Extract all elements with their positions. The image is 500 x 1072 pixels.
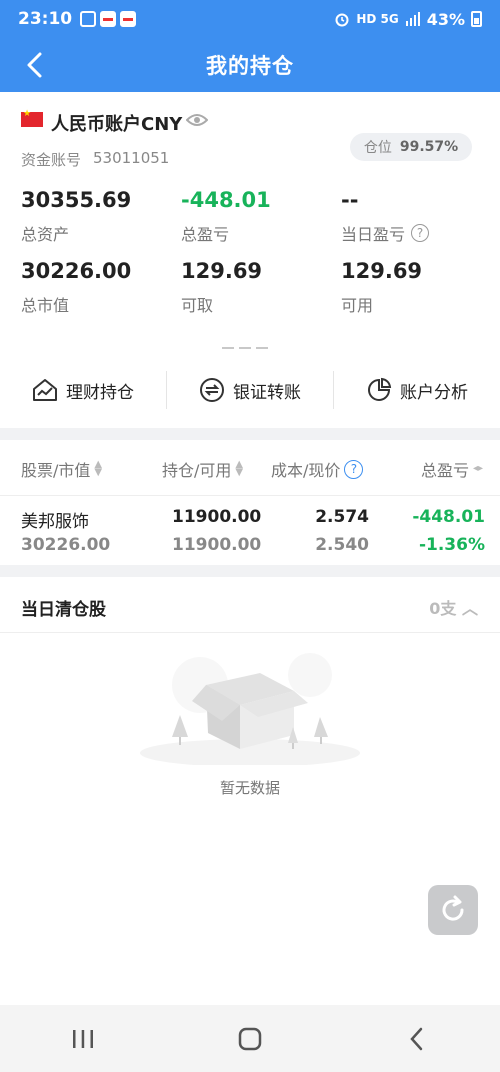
holdings-table: 股票/市值 ▲ ▼ 持仓/可用 ▲ ▼ 成本/现价 ? 总盈亏 ◂▸ 美邦服饰 30… xyxy=(0,440,500,565)
bank-transfer-label: 银证转账 xyxy=(233,382,301,403)
page-title: 我的持仓 xyxy=(206,54,294,78)
account-number: 53011051 xyxy=(93,149,170,167)
metric-market-value: 30226.00 总市值 xyxy=(21,259,131,316)
chevron-up-icon: ︿ xyxy=(461,599,478,618)
account-name: 人民币账户CNY xyxy=(51,114,183,135)
bank-transfer-button[interactable]: 银证转账 xyxy=(167,365,333,415)
transfer-icon xyxy=(200,378,224,402)
section-divider xyxy=(0,428,500,440)
metric-value: -448.01 xyxy=(181,188,271,212)
cleared-stocks-title: 当日清仓股 xyxy=(21,600,106,620)
cleared-stocks-count: 0支 xyxy=(429,599,457,618)
alarm-icon xyxy=(335,13,349,27)
help-icon[interactable]: ? xyxy=(411,224,430,242)
account-analysis-label: 账户分析 xyxy=(400,382,468,403)
market-value: 30226.00 xyxy=(21,535,111,555)
pie-chart-icon xyxy=(368,377,392,401)
metric-value: 30355.69 xyxy=(21,188,132,212)
current-price: 2.540 xyxy=(315,535,369,555)
stock-name: 美邦服饰 xyxy=(21,512,89,532)
nav-bar: 我的持仓 xyxy=(0,38,500,92)
metric-value: -- xyxy=(341,188,359,212)
home-icon xyxy=(238,1027,262,1050)
account-analysis-button[interactable]: 账户分析 xyxy=(334,365,500,415)
position-label: 仓位 xyxy=(363,140,392,156)
column-header-pnl[interactable]: 总盈亏 ◂▸ xyxy=(421,457,483,481)
metric-value: 129.69 xyxy=(341,259,423,283)
empty-box-illustration xyxy=(140,653,360,765)
metric-label: 可取 xyxy=(181,296,214,315)
house-chart-icon xyxy=(33,379,57,401)
system-nav-bar xyxy=(0,1005,500,1072)
account-number-label: 资金账号 xyxy=(21,151,82,169)
sort-icon: ▲ ▼ xyxy=(94,459,103,478)
metric-label: 总市值 xyxy=(21,296,70,315)
eye-icon[interactable] xyxy=(186,112,208,128)
metric-label: 当日盈亏 xyxy=(341,225,406,244)
network-indicator: HD 5G xyxy=(356,12,399,26)
position-ratio-badge: 仓位 99.57% xyxy=(350,133,472,161)
metric-value: 129.69 xyxy=(181,259,263,283)
cost-price: 2.574 xyxy=(315,507,369,527)
help-icon[interactable]: ? xyxy=(344,459,364,479)
status-time: 23:10 xyxy=(18,9,73,29)
metric-label: 可用 xyxy=(341,296,374,315)
metric-value: 30226.00 xyxy=(21,259,132,283)
metric-label: 总资产 xyxy=(21,225,70,244)
section-divider xyxy=(0,565,500,577)
back-arrow-icon[interactable] xyxy=(20,50,50,80)
refresh-button[interactable] xyxy=(428,885,478,935)
china-flag-icon xyxy=(21,109,43,127)
empty-state-text: 暂无数据 xyxy=(219,779,280,797)
stock-app-icon xyxy=(100,11,117,27)
status-bar: 23:10 HD 5G 43% xyxy=(0,0,500,38)
column-header-cost[interactable]: 成本/现价 ? xyxy=(271,457,364,481)
stock-app-icon xyxy=(120,11,137,27)
metric-total-assets: 30355.69 总资产 xyxy=(21,188,131,245)
available-qty: 11900.00 xyxy=(172,535,262,555)
battery-icon xyxy=(471,11,482,27)
holding-qty: 11900.00 xyxy=(172,507,262,527)
metric-total-pnl: -448.01 总盈亏 xyxy=(181,188,271,245)
total-pnl: -448.01 xyxy=(412,507,485,527)
account-summary: 人民币账户CNY 资金账号 53011051 仓位 99.57% 30355.6… xyxy=(0,92,500,428)
recent-apps-icon xyxy=(73,1029,94,1048)
page-indicator xyxy=(222,347,268,349)
metric-withdrawable: 129.69 可取 xyxy=(181,259,262,316)
total-pnl-percent: -1.36% xyxy=(418,535,485,555)
position-value: 99.57% xyxy=(399,139,459,155)
cleared-stocks-header[interactable]: 当日清仓股 0支 ︿ xyxy=(0,577,500,633)
metric-daily-pnl: -- 当日盈亏 ? xyxy=(341,188,430,245)
signal-icon xyxy=(405,12,420,26)
table-row[interactable]: 美邦服饰 30226.00 11900.00 11900.00 2.574 2.… xyxy=(0,496,500,565)
table-header: 股票/市值 ▲ ▼ 持仓/可用 ▲ ▼ 成本/现价 ? 总盈亏 ◂▸ xyxy=(0,440,500,496)
sort-icon: ▲ ▼ xyxy=(235,459,244,478)
quick-actions: 理财持仓 银证转账 账户分析 xyxy=(0,365,500,415)
metric-available: 129.69 可用 xyxy=(341,259,422,316)
recent-apps-button[interactable] xyxy=(53,1019,113,1059)
wealth-holdings-button[interactable]: 理财持仓 xyxy=(0,365,166,415)
column-header-holding[interactable]: 持仓/可用 ▲ ▼ xyxy=(162,457,243,481)
back-button[interactable] xyxy=(387,1019,447,1059)
wealth-holdings-label: 理财持仓 xyxy=(66,382,134,403)
home-button[interactable] xyxy=(220,1019,280,1059)
column-header-stock[interactable]: 股票/市值 ▲ ▼ xyxy=(21,457,102,481)
battery-percent: 43% xyxy=(426,9,465,29)
metric-label: 总盈亏 xyxy=(181,225,230,244)
sort-icon: ◂▸ xyxy=(473,463,484,474)
back-icon xyxy=(409,1027,422,1050)
calendar-icon xyxy=(80,11,97,27)
refresh-icon xyxy=(442,895,464,921)
